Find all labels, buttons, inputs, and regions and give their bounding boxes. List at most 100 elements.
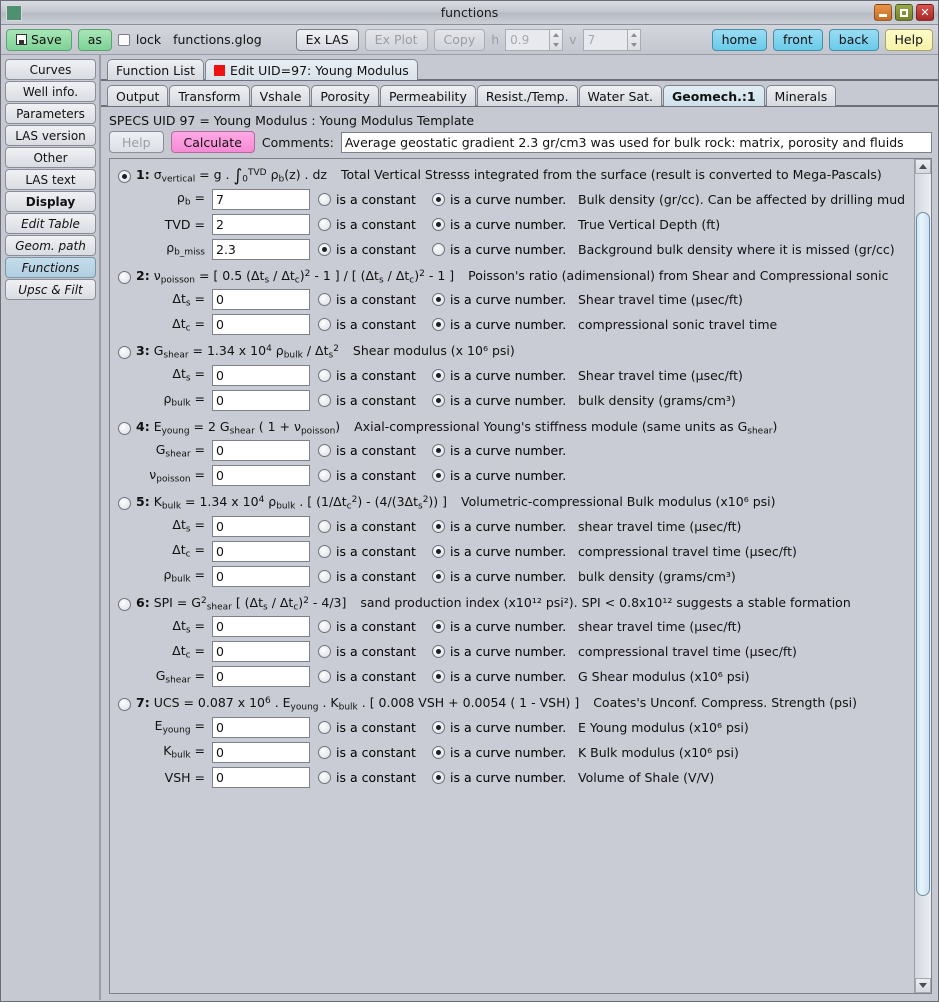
tab-output[interactable]: Output xyxy=(107,85,169,106)
scrollbar-thumb[interactable] xyxy=(916,212,930,896)
curve-option[interactable]: is a curve number. xyxy=(432,217,574,232)
constant-radio[interactable] xyxy=(318,645,331,659)
curve-option[interactable]: is a curve number. xyxy=(432,669,574,684)
calculate-button[interactable]: Calculate xyxy=(170,131,255,153)
curve-radio[interactable] xyxy=(432,569,445,583)
constant-radio[interactable] xyxy=(318,519,331,533)
curve-radio[interactable] xyxy=(432,620,445,634)
tab-resist-temp[interactable]: Resist./Temp. xyxy=(476,85,578,106)
maximize-icon[interactable] xyxy=(895,4,913,21)
export-las-button[interactable]: Ex LAS xyxy=(295,28,359,51)
constant-radio[interactable] xyxy=(318,670,331,684)
sidebar-item-well-info[interactable]: Well info. xyxy=(5,81,96,102)
sidebar-item-edit-table[interactable]: Edit Table xyxy=(5,213,96,234)
constant-radio[interactable] xyxy=(318,469,331,483)
curve-option[interactable]: is a curve number. xyxy=(432,770,574,785)
constant-option[interactable]: is a constant xyxy=(318,669,424,684)
scrollbar-track[interactable] xyxy=(915,174,931,978)
param-value-input[interactable] xyxy=(212,515,310,537)
curve-option[interactable]: is a curve number. xyxy=(432,519,574,534)
home-button[interactable]: home xyxy=(711,28,768,51)
constant-option[interactable]: is a constant xyxy=(318,292,424,307)
minimize-icon[interactable] xyxy=(874,4,892,21)
constant-option[interactable]: is a constant xyxy=(318,217,424,232)
constant-option[interactable]: is a constant xyxy=(318,745,424,760)
param-value-input[interactable] xyxy=(212,188,310,210)
param-value-input[interactable] xyxy=(212,540,310,562)
curve-option[interactable]: is a curve number. xyxy=(432,242,574,257)
tab-vshale[interactable]: Vshale xyxy=(250,85,311,106)
curve-radio[interactable] xyxy=(432,670,445,684)
param-value-input[interactable] xyxy=(212,716,310,738)
v-stepper-arrows[interactable] xyxy=(626,28,641,51)
chevron-down-icon[interactable] xyxy=(628,40,640,50)
sidebar-item-other[interactable]: Other xyxy=(5,147,96,168)
param-value-input[interactable] xyxy=(212,565,310,587)
back-button[interactable]: back xyxy=(828,28,879,51)
curve-radio[interactable] xyxy=(432,645,445,659)
constant-radio[interactable] xyxy=(318,620,331,634)
sidebar-item-las-text[interactable]: LAS text xyxy=(5,169,96,190)
curve-option[interactable]: is a curve number. xyxy=(432,720,574,735)
constant-radio[interactable] xyxy=(318,569,331,583)
constant-option[interactable]: is a constant xyxy=(318,770,424,785)
constant-option[interactable]: is a constant xyxy=(318,468,424,483)
curve-radio[interactable] xyxy=(432,544,445,558)
param-value-input[interactable] xyxy=(212,741,310,763)
curve-radio[interactable] xyxy=(432,318,445,332)
curve-option[interactable]: is a curve number. xyxy=(432,192,574,207)
copy-button[interactable]: Copy xyxy=(433,28,486,51)
constant-option[interactable]: is a constant xyxy=(318,317,424,332)
param-value-input[interactable] xyxy=(212,389,310,411)
v-stepper[interactable]: 7 xyxy=(582,28,641,51)
constant-option[interactable]: is a constant xyxy=(318,519,424,534)
chevron-up-icon[interactable] xyxy=(550,30,562,40)
formula-2-radio[interactable] xyxy=(118,270,131,284)
tab-porosity[interactable]: Porosity xyxy=(311,85,379,106)
constant-radio[interactable] xyxy=(318,318,331,332)
param-value-input[interactable] xyxy=(212,641,310,663)
curve-option[interactable]: is a curve number. xyxy=(432,644,574,659)
curve-option[interactable]: is a curve number. xyxy=(432,368,574,383)
export-plot-button[interactable]: Ex Plot xyxy=(364,28,428,51)
constant-option[interactable]: is a constant xyxy=(318,644,424,659)
formula-3-radio[interactable] xyxy=(118,346,131,360)
param-value-input[interactable] xyxy=(212,666,310,688)
curve-option[interactable]: is a curve number. xyxy=(432,569,574,584)
save-button[interactable]: Save xyxy=(6,28,72,51)
sidebar-item-geom-path[interactable]: Geom. path xyxy=(5,235,96,256)
curve-radio[interactable] xyxy=(432,519,445,533)
curve-radio[interactable] xyxy=(432,444,445,458)
param-value-input[interactable] xyxy=(212,314,310,336)
h-stepper-arrows[interactable] xyxy=(549,28,564,51)
h-value[interactable]: 0.9 xyxy=(505,28,550,51)
param-value-input[interactable] xyxy=(212,465,310,487)
curve-radio[interactable] xyxy=(432,393,445,407)
constant-radio[interactable] xyxy=(318,720,331,734)
v-value[interactable]: 7 xyxy=(582,28,627,51)
constant-radio[interactable] xyxy=(318,770,331,784)
param-value-input[interactable] xyxy=(212,440,310,462)
constant-radio[interactable] xyxy=(318,217,331,231)
param-value-input[interactable] xyxy=(212,289,310,311)
constant-radio[interactable] xyxy=(318,293,331,307)
chevron-up-icon[interactable] xyxy=(628,30,640,40)
formula-7-radio[interactable] xyxy=(118,698,131,712)
constant-option[interactable]: is a constant xyxy=(318,368,424,383)
curve-option[interactable]: is a curve number. xyxy=(432,745,574,760)
curve-option[interactable]: is a curve number. xyxy=(432,443,574,458)
chevron-down-icon[interactable] xyxy=(550,40,562,50)
sidebar-item-functions[interactable]: Functions xyxy=(5,257,96,278)
help-button[interactable]: Help xyxy=(884,28,933,51)
curve-option[interactable]: is a curve number. xyxy=(432,393,574,408)
tab-permeability[interactable]: Permeability xyxy=(379,85,476,106)
constant-radio[interactable] xyxy=(318,242,331,256)
sidebar-item-display[interactable]: Display xyxy=(5,191,96,212)
constant-option[interactable]: is a constant xyxy=(318,619,424,634)
formula-1-radio[interactable] xyxy=(118,170,131,184)
param-value-input[interactable] xyxy=(212,616,310,638)
tab-geomech[interactable]: Geomech.:1 xyxy=(662,85,765,106)
curve-radio[interactable] xyxy=(432,368,445,382)
constant-radio[interactable] xyxy=(318,444,331,458)
constant-option[interactable]: is a constant xyxy=(318,544,424,559)
